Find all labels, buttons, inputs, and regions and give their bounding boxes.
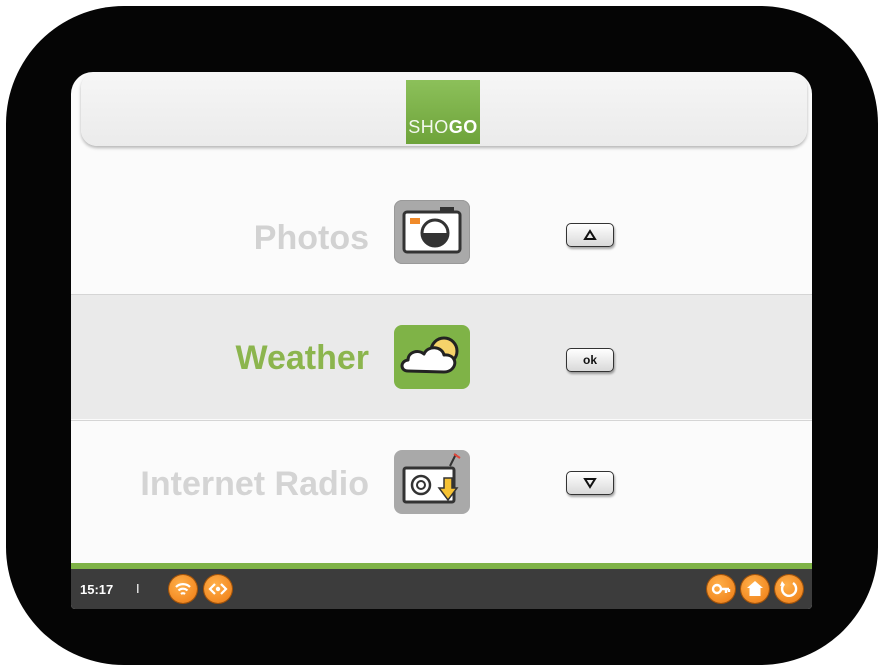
back-icon[interactable] [775,575,803,603]
menu-item-weather[interactable]: Weather ok [71,295,812,419]
home-icon[interactable] [741,575,769,603]
radio-icon [394,450,470,514]
menu-item-label: Internet Radio [140,465,369,503]
screen: SHOGO Photos Weather ok Internet Radio 1… [71,72,812,609]
up-triangle-icon [583,229,597,240]
shogo-logo: SHOGO [406,80,480,144]
camera-icon [394,200,470,264]
divider [71,420,812,421]
menu-item-label: Weather [235,339,369,377]
ok-key-label: ok [582,353,597,367]
menu-item-internet-radio[interactable]: Internet Radio [71,422,812,522]
down-arrow-key[interactable] [566,471,614,495]
cloud-sun-icon [394,325,470,389]
clock-time: 15:17 [80,582,114,597]
menu-item-photos[interactable]: Photos [71,192,812,292]
status-separator: I [136,581,140,596]
key-icon[interactable] [707,575,735,603]
network-icon[interactable] [204,575,232,603]
ok-key[interactable]: ok [566,348,614,372]
wifi-icon[interactable] [169,575,197,603]
logo-text-light: SHO [408,117,449,137]
logo-text-bold: GO [448,117,478,137]
menu-item-label: Photos [253,219,369,257]
down-triangle-icon [583,478,597,489]
up-arrow-key[interactable] [566,223,614,247]
status-bar: 15:17 I [71,569,812,609]
header-bar: SHOGO [81,72,807,146]
